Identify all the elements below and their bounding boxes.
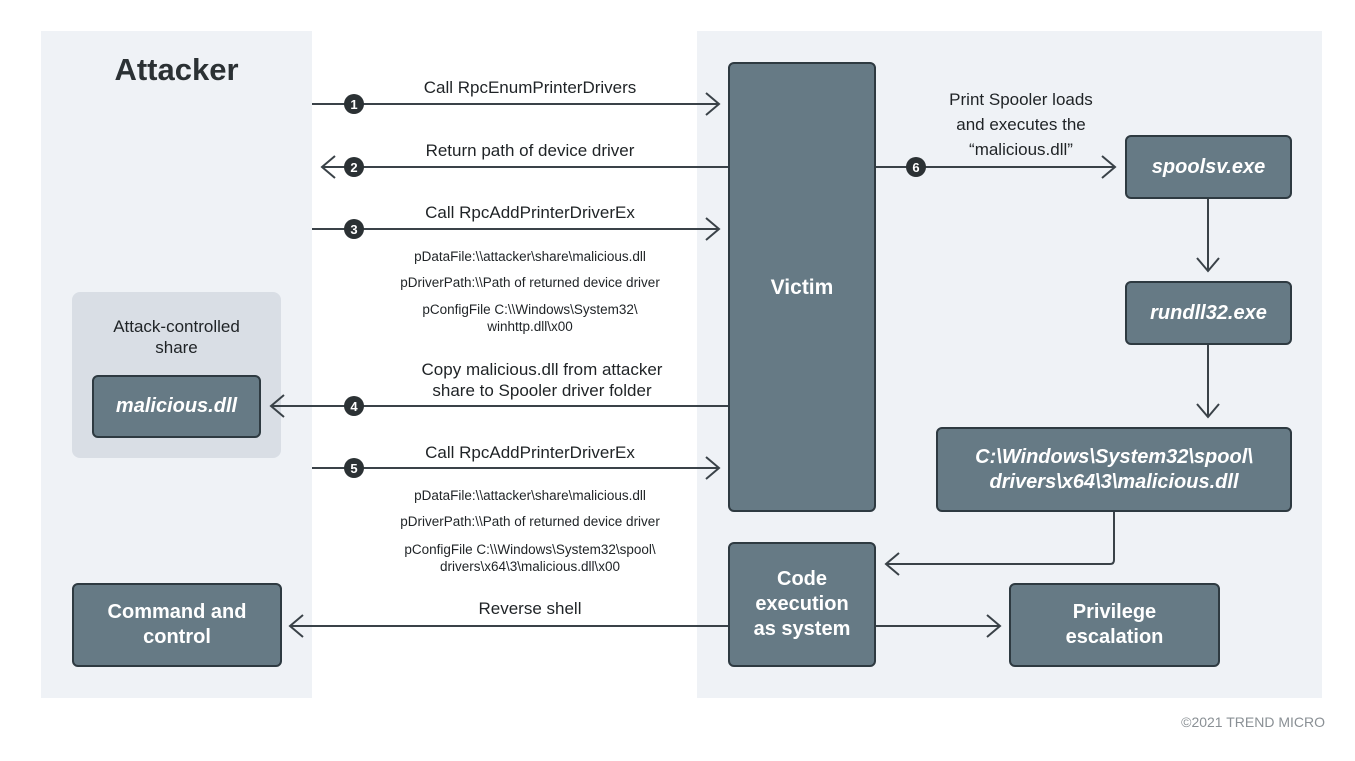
step-3-param-configfile-1: pConfigFile C:\\Windows\System32\ [422,302,638,317]
copyright: ©2021 TREND MICRO [1181,714,1325,730]
step-5-param-configfile-2: drivers\x64\3\malicious.dll\x00 [439,559,621,574]
step-3-param-driverpath: pDriverPath:\\Path of returned device dr… [400,275,660,290]
step-5-param-driverpath: pDriverPath:\\Path of returned device dr… [400,514,660,529]
step-6-label-line-1: Print Spooler loads [949,90,1093,109]
step-1-label: Call RpcEnumPrinterDrivers [423,78,637,97]
badge-num-2: 2 [350,160,357,175]
step-4-label-line-1: Copy malicious.dll from attacker [421,360,663,379]
step-3-label: Call RpcAddPrinterDriverEx [425,203,635,222]
badge-num-6: 6 [912,160,919,175]
step-4-label-line-2: share to Spooler driver folder [432,381,652,400]
step-6-label-line-2: and executes the [956,115,1086,134]
badge-num-1: 1 [350,97,357,112]
step-3-param-configfile-2: winhttp.dll\x00 [487,319,573,334]
reverse-shell-label: Reverse shell [478,599,582,618]
step-6-label-line-3: “malicious.dll” [969,140,1073,159]
badge-num-4: 4 [350,399,358,414]
step-2-label: Return path of device driver [425,141,635,160]
badge-num-5: 5 [350,461,357,476]
arrow-dllpath-codeexec [886,512,1115,565]
step-5-param-datafile: pDataFile:\\attacker\share\malicious.dll [414,488,646,503]
step-3-param-datafile: pDataFile:\\attacker\share\malicious.dll [414,249,646,264]
step-5-label: Call RpcAddPrinterDriverEx [425,443,635,462]
step-5-param-configfile-1: pConfigFile C:\\Windows\System32\spool\ [404,542,656,557]
badge-num-3: 3 [350,222,357,237]
